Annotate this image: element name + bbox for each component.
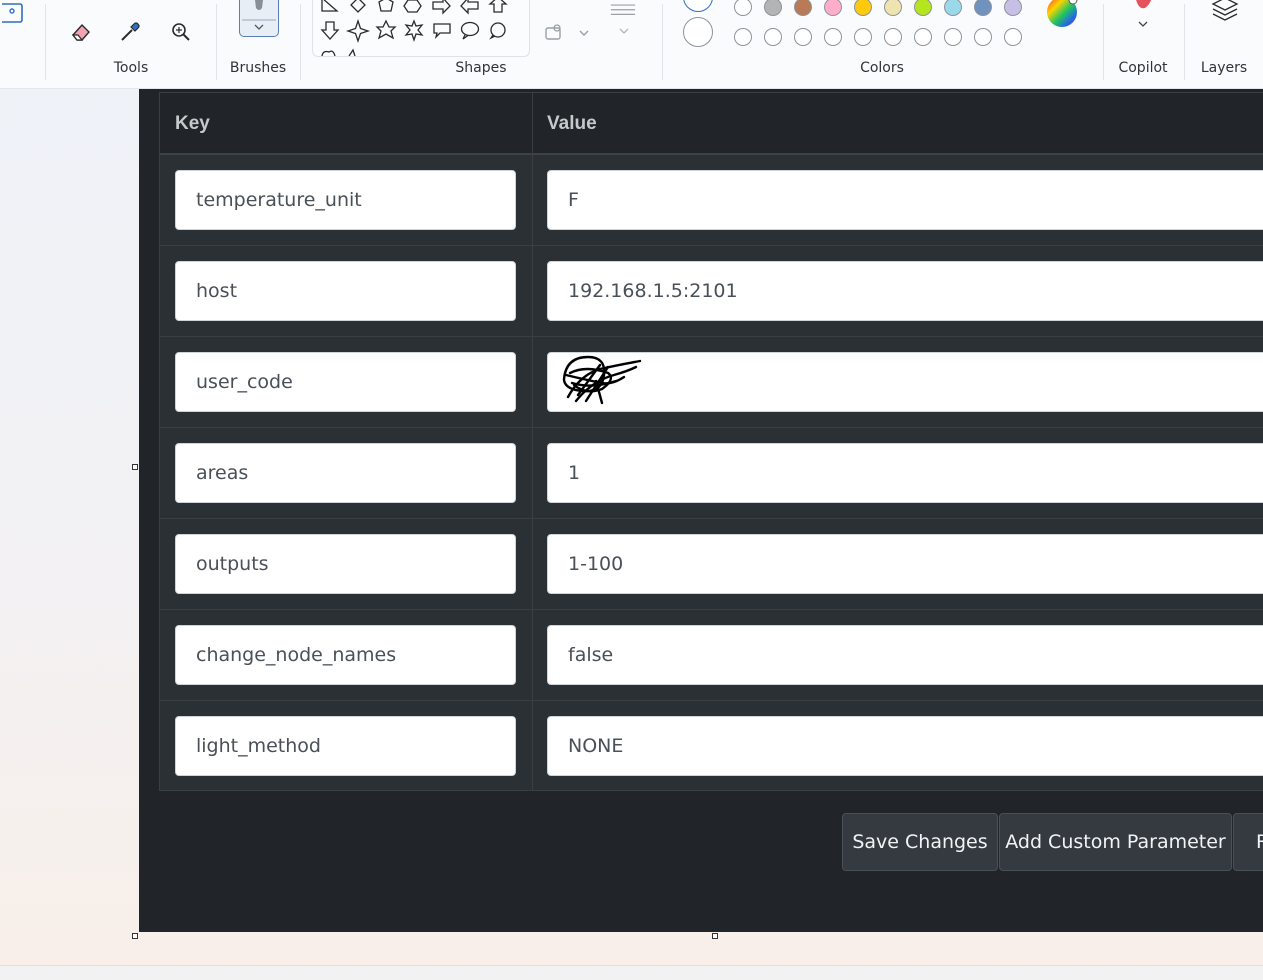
- column-header-key: Key: [175, 113, 210, 134]
- save-changes-button[interactable]: Save Changes: [842, 813, 998, 871]
- add-custom-parameter-button[interactable]: Add Custom Parameter: [999, 813, 1232, 871]
- custom-color-slot[interactable]: [914, 28, 932, 46]
- color-swatch[interactable]: [944, 0, 962, 16]
- color-swatch[interactable]: [794, 0, 812, 16]
- value-field[interactable]: F: [547, 170, 1263, 230]
- shapes-icons: [320, 0, 508, 56]
- custom-color-slot[interactable]: [1004, 28, 1022, 46]
- table-header: Key Value: [160, 93, 1263, 155]
- color-swatch[interactable]: [734, 0, 752, 16]
- layers-icon[interactable]: [1211, 0, 1239, 24]
- group-label-layers: Layers: [1200, 60, 1248, 76]
- key-field[interactable]: host: [175, 261, 516, 321]
- chevron-down-icon[interactable]: [1129, 10, 1157, 38]
- color-swatch[interactable]: [854, 0, 872, 16]
- key-field[interactable]: outputs: [175, 534, 516, 594]
- primary-color-swatch[interactable]: [683, 0, 713, 12]
- custom-color-slot[interactable]: [824, 28, 842, 46]
- magnifier-icon[interactable]: [167, 18, 195, 46]
- key-field[interactable]: areas: [175, 443, 516, 503]
- third-action-button[interactable]: R: [1233, 813, 1263, 871]
- ribbon-separator: [45, 4, 46, 80]
- brush-icon: [242, 0, 276, 30]
- ribbon-separator: [216, 4, 217, 80]
- key-field[interactable]: change_node_names: [175, 625, 516, 685]
- image-icon[interactable]: [0, 0, 28, 28]
- resize-handle[interactable]: [712, 933, 718, 939]
- table-row: outputs 1-100: [160, 519, 1263, 610]
- color-picker-icon[interactable]: [116, 18, 144, 46]
- table-row: light_method NONE: [160, 701, 1263, 792]
- custom-color-slot[interactable]: [974, 28, 992, 46]
- color-swatch[interactable]: [764, 0, 782, 16]
- ribbon-separator: [1184, 4, 1185, 80]
- status-bar: [0, 965, 1263, 980]
- secondary-color-swatch[interactable]: [683, 17, 713, 47]
- color-swatch[interactable]: [824, 0, 842, 16]
- table-row: areas 1: [160, 428, 1263, 519]
- group-label-copilot: Copilot: [1118, 60, 1168, 76]
- key-field[interactable]: temperature_unit: [175, 170, 516, 230]
- canvas-image[interactable]: Key Value temperature_unit F host 192.16…: [139, 89, 1263, 932]
- custom-color-slot[interactable]: [884, 28, 902, 46]
- value-field[interactable]: 192.168.1.5:2101: [547, 261, 1263, 321]
- table-row: user_code: [160, 337, 1263, 428]
- chevron-down-icon[interactable]: [610, 17, 638, 45]
- value-field[interactable]: NONE: [547, 716, 1263, 776]
- color-swatch[interactable]: [884, 0, 902, 16]
- value-field[interactable]: [547, 352, 1263, 412]
- chevron-down-icon[interactable]: [570, 19, 598, 47]
- value-field[interactable]: 1: [547, 443, 1263, 503]
- shapes-gallery: [312, 0, 530, 57]
- custom-color-slot[interactable]: [794, 28, 812, 46]
- resize-handle[interactable]: [132, 464, 138, 470]
- color-swatch[interactable]: [1004, 0, 1022, 16]
- custom-color-slot[interactable]: [854, 28, 872, 46]
- table-row: host 192.168.1.5:2101: [160, 246, 1263, 337]
- column-header-value: Value: [547, 113, 597, 134]
- table-row: change_node_names false: [160, 610, 1263, 701]
- eraser-icon[interactable]: [67, 18, 95, 46]
- key-field[interactable]: light_method: [175, 716, 516, 776]
- group-label-colors: Colors: [860, 60, 904, 76]
- value-field[interactable]: 1-100: [547, 534, 1263, 594]
- ribbon-separator: [300, 4, 301, 80]
- scribble-redaction: [562, 355, 642, 405]
- ribbon-separator: [1103, 4, 1104, 80]
- color-swatch[interactable]: [914, 0, 932, 16]
- custom-color-slot[interactable]: [764, 28, 782, 46]
- custom-color-slot[interactable]: [944, 28, 962, 46]
- ribbon-separator: [662, 4, 663, 80]
- group-label-shapes: Shapes: [455, 60, 507, 76]
- resize-handle[interactable]: [132, 933, 138, 939]
- table-row: temperature_unit F: [160, 155, 1263, 246]
- group-label-tools: Tools: [113, 60, 149, 76]
- key-field[interactable]: user_code: [175, 352, 516, 412]
- color-wheel-icon[interactable]: [1046, 0, 1078, 28]
- brushes-button[interactable]: [239, 0, 279, 37]
- group-label-brushes: Brushes: [229, 60, 287, 76]
- parameters-table: Key Value temperature_unit F host 192.16…: [159, 92, 1263, 791]
- custom-color-slot[interactable]: [734, 28, 752, 46]
- paint-ribbon: Tools Brushes Shapes Colors Copilot Laye…: [0, 0, 1263, 89]
- value-field[interactable]: false: [547, 625, 1263, 685]
- color-swatch[interactable]: [974, 0, 992, 16]
- shape-fill-icon[interactable]: [541, 19, 569, 47]
